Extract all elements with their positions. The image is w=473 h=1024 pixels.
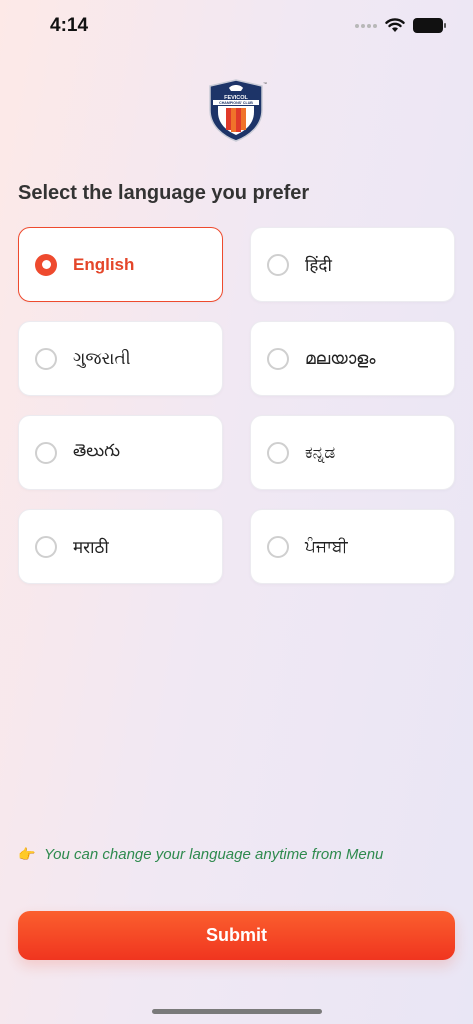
language-label: English: [73, 254, 135, 274]
status-bar: 4:14: [0, 0, 473, 54]
language-label: हिंदी: [305, 256, 332, 276]
radio-unselected-icon: [267, 347, 289, 370]
status-icons: [355, 18, 446, 33]
language-label: मराठी: [73, 538, 109, 558]
language-label: ಕನ್ನಡ: [305, 442, 336, 463]
radio-unselected-icon: [35, 535, 57, 558]
language-label: తెలుగు: [73, 440, 120, 461]
radio-unselected-icon: [35, 441, 57, 464]
hint-text: You can change your language anytime fro…: [44, 846, 384, 863]
radio-selected-icon: [35, 253, 57, 276]
pointing-hand-icon: 👉: [18, 846, 36, 862]
home-indicator[interactable]: [152, 1009, 322, 1014]
language-options: English हिंदी ગુજરાતી മലയാളം తెలుగు ಕನ್ನ…: [18, 227, 455, 584]
signal-icon: [355, 23, 377, 28]
battery-icon: [413, 18, 446, 33]
language-option-english[interactable]: English: [18, 227, 223, 302]
radio-unselected-icon: [267, 441, 289, 464]
status-time: 4:14: [50, 15, 89, 36]
language-option-hindi[interactable]: हिंदी: [250, 227, 455, 302]
language-option-gujarati[interactable]: ગુજરાતી: [18, 321, 223, 396]
language-option-telugu[interactable]: తెలుగు: [18, 415, 223, 490]
page-title: Select the language you prefer: [18, 182, 310, 204]
language-option-malayalam[interactable]: മലയാളം: [250, 321, 455, 396]
submit-button[interactable]: Submit: [18, 911, 455, 960]
svg-text:™: ™: [263, 81, 267, 86]
language-label: മലയാളം: [305, 348, 376, 369]
fevicol-logo: FEVICOL CHAMPIONS' CLUB ™: [209, 79, 267, 142]
language-label: ગુજરાતી: [73, 348, 131, 369]
radio-unselected-icon: [35, 347, 57, 370]
language-option-marathi[interactable]: मराठी: [18, 509, 223, 584]
language-option-punjabi[interactable]: ਪੰਜਾਬੀ: [250, 509, 455, 584]
language-label: ਪੰਜਾਬੀ: [305, 536, 348, 557]
radio-unselected-icon: [267, 535, 289, 558]
language-hint: 👉 You can change your language anytime f…: [18, 846, 383, 863]
svg-text:CHAMPIONS' CLUB: CHAMPIONS' CLUB: [219, 101, 253, 105]
wifi-icon: [385, 18, 405, 32]
language-option-kannada[interactable]: ಕನ್ನಡ: [250, 415, 455, 490]
radio-unselected-icon: [267, 253, 289, 276]
